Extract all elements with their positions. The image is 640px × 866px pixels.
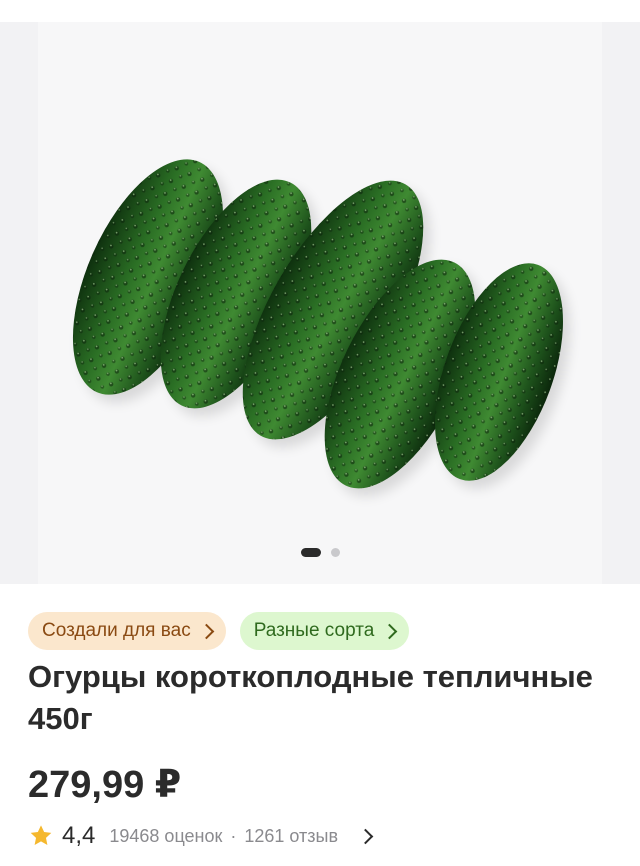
badge-created-for-you[interactable]: Создали для вас [28,612,226,650]
product-title: Огурцы короткоплодные тепличные 450г [28,659,593,736]
badge-different-varieties[interactable]: Разные сорта [239,612,410,650]
badge-label: Создали для вас [42,620,191,641]
rating-value: 4,4 [62,822,96,849]
product-price: 279,99 ₽ [28,764,182,806]
chevron-right-icon [198,623,214,639]
rating-count: 19468 оценок [109,825,223,846]
star-icon [30,825,52,845]
badge-row: Создали для вас Разные сорта [28,612,410,650]
cucumbers-photo [72,159,570,497]
chevron-right-icon [357,828,374,844]
pagination-dot[interactable] [330,547,340,557]
reviews-count: 1261 отзыв [244,825,339,846]
rating-summary[interactable]: 4,4 19468 оценок · 1261 отзыв [28,820,374,852]
product-image-gallery[interactable] [0,22,640,584]
rating-separator: · [230,825,237,846]
pagination-dot-active[interactable] [300,547,321,557]
badge-label: Разные сорта [253,620,375,641]
gallery-pagination[interactable] [0,544,640,560]
top-strip [0,0,640,22]
chevron-right-icon [382,623,398,639]
